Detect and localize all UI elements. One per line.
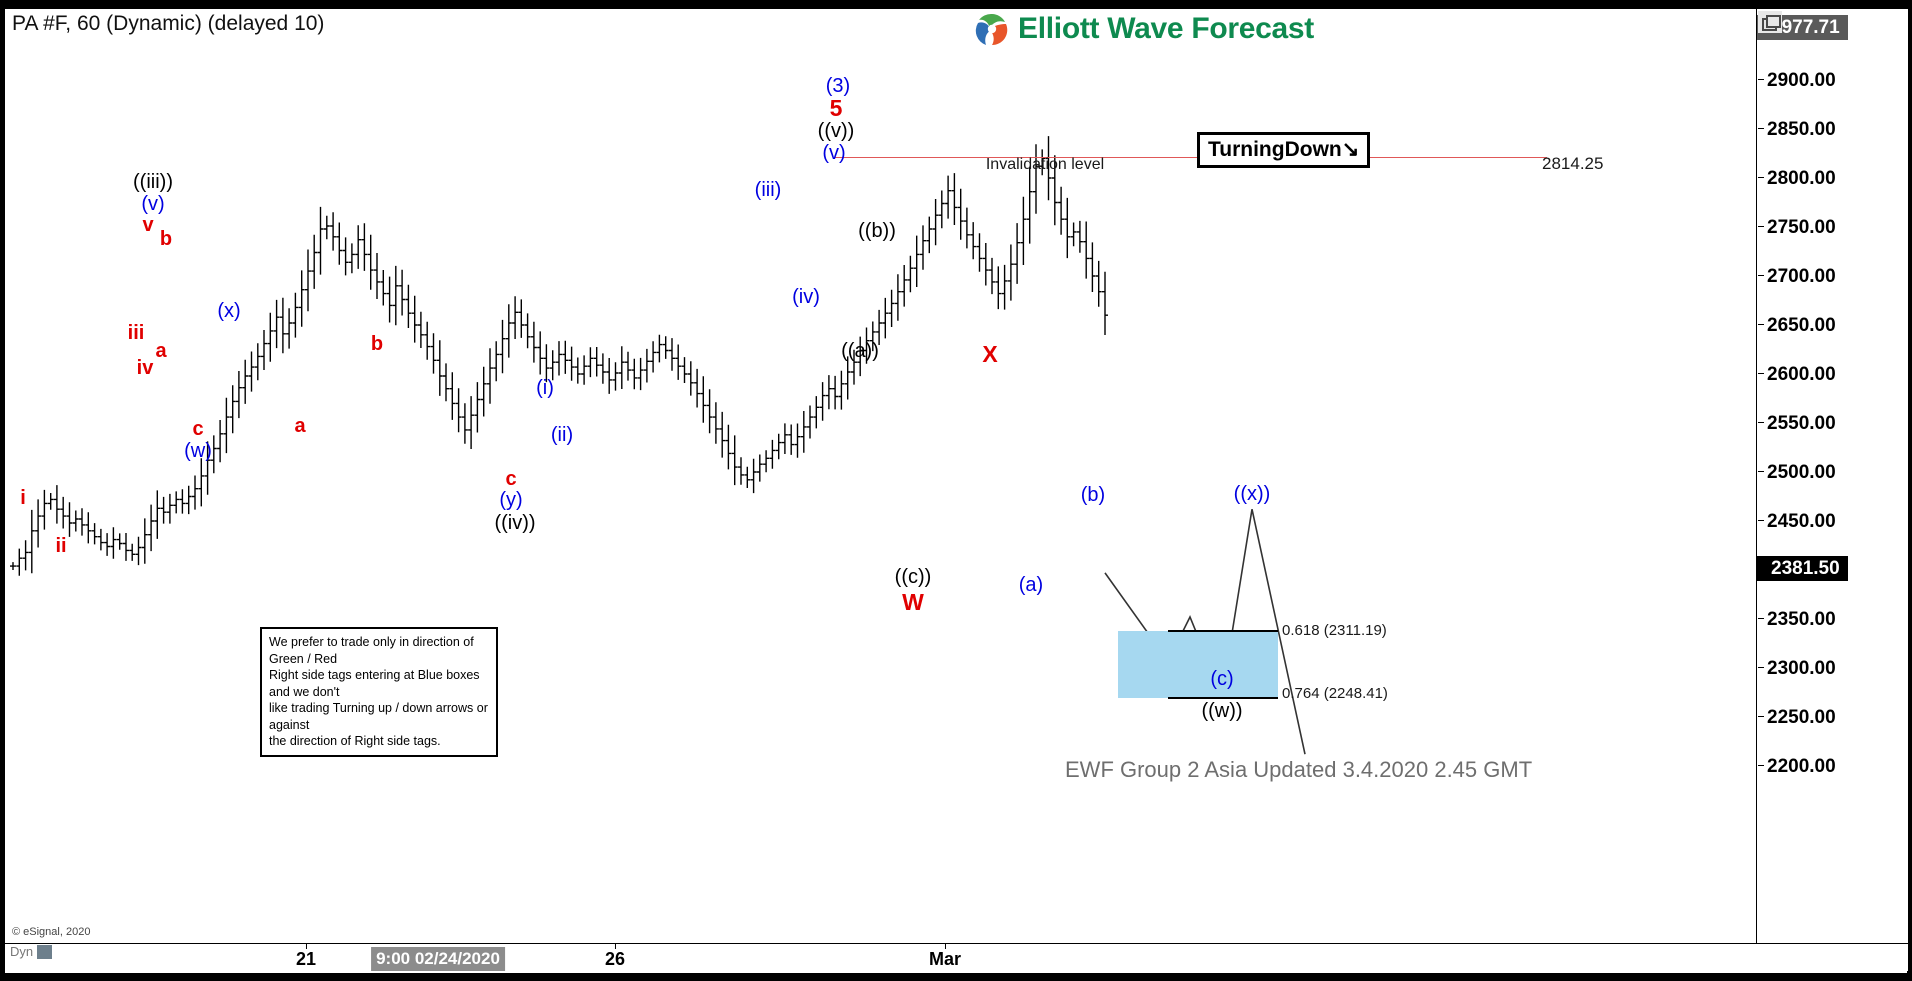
wave-label-5-22: 5 [829, 95, 843, 122]
wave-label-y-15: (y) [499, 489, 523, 512]
wave-label-iii-6: iii [127, 321, 145, 344]
wave-label-v-3: (v) [141, 193, 165, 216]
wave-label-c-10: c [192, 417, 204, 440]
price-tick-2300-00: 2300.00 [1758, 658, 1836, 680]
price-tick-2350-00: 2350.00 [1758, 609, 1836, 631]
price-axis[interactable]: 2950.002900.002850.002800.002750.002700.… [1756, 9, 1908, 943]
footer-watermark: EWF Group 2 Asia Updated 3.4.2020 2.45 G… [1065, 757, 1533, 782]
price-tick-2650-00: 2650.00 [1758, 315, 1836, 337]
wave-label-v-24: (v) [822, 141, 846, 164]
ewf-swirl-logo-icon [975, 13, 1008, 46]
invalidation-level-line [835, 157, 1547, 158]
wave-label-iv-20: (iv) [792, 285, 820, 308]
trading-disclaimer-box: We prefer to trade only in direction of … [260, 627, 498, 757]
price-tick-2850-00: 2850.00 [1758, 119, 1836, 141]
window-titlebar [0, 0, 1912, 8]
price-tick-2600-00: 2600.00 [1758, 364, 1836, 386]
wave-label-v-4: v [142, 214, 154, 237]
wave-label-iii-19: (iii) [754, 178, 782, 201]
last-price-tag: 2381.50 [1757, 556, 1848, 581]
chart-window: Invalidation level 2814.25 TurningDown↘ … [0, 0, 1912, 981]
price-tick-2200-00: 2200.00 [1758, 756, 1836, 778]
brand-logo: Elliott Wave Forecast [975, 12, 1314, 46]
time-axis[interactable]: 21 26 Mar 9:00 02/24/2020 [5, 943, 1908, 971]
price-tick-2900-00: 2900.00 [1758, 70, 1836, 92]
wave-label-3-21: (3) [825, 74, 851, 97]
wave-label-w-34: ((w)) [1201, 700, 1243, 723]
wave-label-ii-18: (ii) [550, 423, 574, 446]
price-tick-2550-00: 2550.00 [1758, 413, 1836, 435]
chart-title: PA #F, 60 (Dynamic) (delayed 10) [12, 12, 325, 35]
disclaimer-line-1: We prefer to trade only in direction of … [269, 635, 474, 666]
ohlc-bars-layer [10, 136, 1306, 755]
restore-window-icon[interactable] [1758, 11, 1782, 33]
time-cursor-label: 9:00 02/24/2020 [371, 947, 505, 971]
wave-label-c-27: ((c)) [894, 565, 932, 588]
dyn-label: Dyn [10, 944, 34, 959]
price-tick-2750-00: 2750.00 [1758, 217, 1836, 239]
esignal-copyright: © eSignal, 2020 [12, 926, 91, 938]
wave-label-b-13: b [370, 332, 384, 355]
wave-label-iii-2: ((iii)) [133, 170, 173, 193]
price-tick-2450-00: 2450.00 [1758, 511, 1836, 533]
wave-label-b-5: b [159, 227, 173, 250]
wave-label-i-17: (i) [536, 376, 554, 399]
time-tick-26: 26 [605, 943, 625, 970]
wave-label-b-25: ((b)) [858, 219, 896, 242]
wave-label-i-0: i [20, 487, 26, 510]
fib-764-line [1168, 697, 1278, 699]
wave-label-a-12: a [294, 414, 306, 437]
wave-label-x-9: (x) [217, 300, 241, 323]
disclaimer-line-2: Right side tags entering at Blue boxes a… [269, 668, 480, 699]
fib-618-label: 0.618 (2311.19) [1282, 622, 1387, 639]
disclaimer-line-3: like trading Turning up / down arrows or… [269, 701, 488, 732]
wave-label-c-33: (c) [1210, 667, 1234, 690]
wave-label-a-7: a [155, 340, 167, 363]
disclaimer-line-4: the direction of Right side tags. [269, 734, 441, 748]
wave-label-x-29: X [982, 341, 998, 368]
wave-label-v-23: ((v)) [817, 119, 855, 142]
time-tick-mar: Mar [929, 943, 961, 970]
ohlc-bar-series [10, 136, 1108, 576]
time-tick-21: 21 [296, 943, 316, 970]
wave-label-a-30: (a) [1018, 573, 1044, 596]
wave-label-iv-16: ((iv)) [494, 511, 536, 534]
price-plot-area[interactable]: Invalidation level 2814.25 TurningDown↘ … [5, 9, 1754, 943]
blue-box-zone [1118, 631, 1278, 698]
wave-label-iv-8: iv [136, 357, 154, 380]
price-tick-2250-00: 2250.00 [1758, 707, 1836, 729]
wave-label-w-11: (w) [184, 440, 212, 463]
fib-764-label: 0.764 (2248.41) [1282, 685, 1388, 702]
wave-label-x-32: ((x)) [1233, 482, 1271, 505]
price-tick-2500-00: 2500.00 [1758, 462, 1836, 484]
wave-label-a-26: ((a)) [841, 340, 879, 363]
fib-618-line [1168, 630, 1278, 632]
dyn-status[interactable]: Dyn [10, 944, 53, 959]
wave-label-c-14: c [505, 467, 517, 490]
wave-label-b-31: (b) [1080, 483, 1106, 506]
invalidation-level-label: Invalidation level [985, 156, 1105, 173]
turning-down-badge: TurningDown↘ [1197, 132, 1371, 168]
price-tick-2800-00: 2800.00 [1758, 168, 1836, 190]
wave-label-w-28: W [902, 589, 924, 616]
dyn-icon [37, 944, 53, 959]
invalidation-level-value: 2814.25 [1542, 154, 1604, 173]
price-tick-2700-00: 2700.00 [1758, 266, 1836, 288]
brand-name: Elliott Wave Forecast [1018, 12, 1315, 45]
wave-label-ii-1: ii [55, 535, 67, 558]
